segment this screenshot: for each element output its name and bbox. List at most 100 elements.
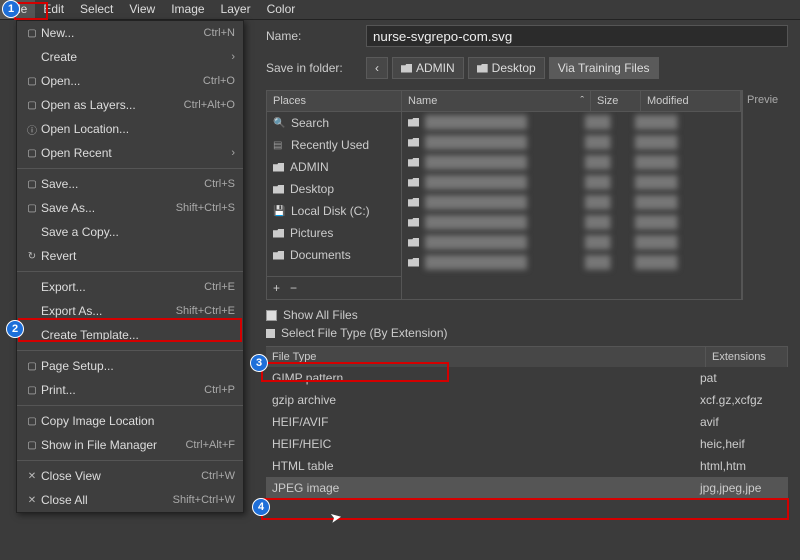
menu-item-accel: Ctrl+W xyxy=(201,470,235,482)
filetype-ext: xcf.gz,xcfgz xyxy=(700,393,782,407)
menu-item-export-as[interactable]: Export As...Shift+Ctrl+E xyxy=(17,299,243,323)
menu-item-accel: Shift+Ctrl+S xyxy=(176,202,235,214)
file-row[interactable]: ████████████████████ xyxy=(402,232,741,252)
menu-item-accel: Ctrl+P xyxy=(204,384,235,396)
place-admin[interactable]: ADMIN xyxy=(267,156,401,178)
file-row[interactable]: ████████████████████ xyxy=(402,252,741,272)
menu-item-accel: › xyxy=(231,51,235,63)
menu-item-new[interactable]: ▢New...Ctrl+N xyxy=(17,21,243,45)
file-name: ████████████ xyxy=(425,115,527,129)
menu-item-close-all[interactable]: ✕Close AllShift+Ctrl+W xyxy=(17,488,243,512)
menu-separator xyxy=(17,405,243,406)
crumb-current[interactable]: Via Training Files xyxy=(549,57,659,79)
place-recently-used[interactable]: ▤Recently Used xyxy=(267,134,401,156)
col-name[interactable]: Nameˆ xyxy=(402,91,591,111)
menu-item-label: Save As... xyxy=(41,201,176,215)
filetype-row-jpg[interactable]: JPEG imagejpg,jpeg,jpe xyxy=(266,477,788,499)
menu-item-icon: ▢ xyxy=(23,361,41,372)
menu-item-icon: ▢ xyxy=(23,440,41,451)
col-extensions[interactable]: Extensions xyxy=(706,347,788,367)
menu-separator xyxy=(17,350,243,351)
file-size: ███ xyxy=(585,135,635,149)
menu-item-page-setup[interactable]: ▢Page Setup... xyxy=(17,354,243,378)
file-icon xyxy=(408,138,419,147)
file-modified: █████ xyxy=(635,215,735,229)
menu-item-label: Show in File Manager xyxy=(41,438,185,452)
filetype-row-avif[interactable]: HEIF/AVIFavif xyxy=(266,411,788,433)
menu-item-create[interactable]: Create› xyxy=(17,45,243,69)
menu-color[interactable]: Color xyxy=(259,0,304,19)
place-icon: 💾 xyxy=(273,206,285,217)
file-modified: █████ xyxy=(635,115,735,129)
file-row[interactable]: ████████████████████ xyxy=(402,192,741,212)
breadcrumb: ‹ ADMIN Desktop Via Training Files xyxy=(366,57,659,79)
place-documents[interactable]: Documents xyxy=(267,244,401,266)
file-modified: █████ xyxy=(635,235,735,249)
sort-asc-icon: ˆ xyxy=(580,95,584,107)
menu-item-open-location[interactable]: ⓘOpen Location... xyxy=(17,117,243,141)
menu-item-export[interactable]: Export...Ctrl+E xyxy=(17,275,243,299)
select-file-type-toggle[interactable]: Select File Type (By Extension) xyxy=(266,324,788,342)
menu-item-print[interactable]: ▢Print...Ctrl+P xyxy=(17,378,243,402)
menu-item-open-as-layers[interactable]: ▢Open as Layers...Ctrl+Alt+O xyxy=(17,93,243,117)
menu-select[interactable]: Select xyxy=(72,0,121,19)
menu-item-label: Print... xyxy=(41,383,204,397)
file-row[interactable]: ████████████████████ xyxy=(402,132,741,152)
filetype-row-html[interactable]: HTML tablehtml,htm xyxy=(266,455,788,477)
file-row[interactable]: ████████████████████ xyxy=(402,212,741,232)
file-icon xyxy=(408,218,419,227)
col-size[interactable]: Size xyxy=(591,91,641,111)
file-modified: █████ xyxy=(635,135,735,149)
place-label: ADMIN xyxy=(290,160,329,174)
place-label: Documents xyxy=(290,248,351,262)
menu-item-save-as[interactable]: ▢Save As...Shift+Ctrl+S xyxy=(17,196,243,220)
col-file-type[interactable]: File Type xyxy=(266,347,706,367)
menu-item-save-a-copy[interactable]: Save a Copy... xyxy=(17,220,243,244)
place-search[interactable]: 🔍Search xyxy=(267,112,401,134)
filetype-row-xcf.gz[interactable]: gzip archivexcf.gz,xcfgz xyxy=(266,389,788,411)
folder-icon xyxy=(273,229,284,238)
place-icon: ▤ xyxy=(273,140,285,151)
crumb-label: ADMIN xyxy=(416,61,455,75)
menu-item-open[interactable]: ▢Open...Ctrl+O xyxy=(17,69,243,93)
menu-item-icon: ▢ xyxy=(23,179,41,190)
menu-layer[interactable]: Layer xyxy=(213,0,259,19)
file-row[interactable]: ████████████████████ xyxy=(402,172,741,192)
file-row[interactable]: ████████████████████ xyxy=(402,152,741,172)
crumb-admin[interactable]: ADMIN xyxy=(392,57,464,79)
file-name: ████████████ xyxy=(425,235,527,249)
filetype-row-pat[interactable]: GIMP patternpat xyxy=(266,367,788,389)
place-local-disk-c[interactable]: 💾 Local Disk (C:) xyxy=(267,200,401,222)
crumb-desktop[interactable]: Desktop xyxy=(468,57,545,79)
menu-item-revert[interactable]: ↻Revert xyxy=(17,244,243,268)
menu-image[interactable]: Image xyxy=(163,0,212,19)
menu-item-copy-image-location[interactable]: ▢Copy Image Location xyxy=(17,409,243,433)
place-desktop[interactable]: Desktop xyxy=(267,178,401,200)
crumb-label: Desktop xyxy=(492,61,536,75)
folder-icon xyxy=(477,64,488,73)
menu-item-create-template[interactable]: Create Template... xyxy=(17,323,243,347)
menu-view[interactable]: View xyxy=(121,0,163,19)
col-modified[interactable]: Modified xyxy=(641,91,741,111)
menu-item-save[interactable]: ▢Save...Ctrl+S xyxy=(17,172,243,196)
filetype-ext: heic,heif xyxy=(700,437,782,451)
places-add-button[interactable]: + xyxy=(273,281,280,295)
place-pictures[interactable]: Pictures xyxy=(267,222,401,244)
file-name: ████████████ xyxy=(425,155,527,169)
menu-item-show-in-file-manager[interactable]: ▢Show in File ManagerCtrl+Alt+F xyxy=(17,433,243,457)
menu-separator xyxy=(17,271,243,272)
menu-item-close-view[interactable]: ✕Close ViewCtrl+W xyxy=(17,464,243,488)
filetype-row-heic[interactable]: HEIF/HEICheic,heif xyxy=(266,433,788,455)
menu-item-label: Create xyxy=(41,50,231,64)
menu-edit[interactable]: Edit xyxy=(35,0,72,19)
show-all-files-toggle[interactable]: Show All Files xyxy=(266,306,788,324)
menu-item-label: Save a Copy... xyxy=(41,225,235,239)
file-row[interactable]: ████████████████████ xyxy=(402,112,741,132)
filename-input[interactable] xyxy=(366,25,788,47)
callout-2: 2 xyxy=(6,320,24,338)
menu-item-open-recent[interactable]: ▢Open Recent› xyxy=(17,141,243,165)
menu-item-accel: Ctrl+S xyxy=(204,178,235,190)
crumb-back[interactable]: ‹ xyxy=(366,57,388,79)
place-label: Local Disk (C:) xyxy=(291,204,370,218)
places-remove-button[interactable]: − xyxy=(290,281,297,295)
